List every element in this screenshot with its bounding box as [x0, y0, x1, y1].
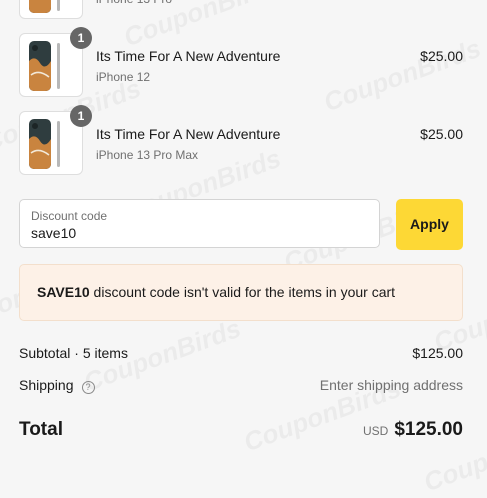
product-thumbnail: [19, 0, 83, 19]
currency-code: USD: [362, 424, 389, 438]
product-thumbnail: 1: [19, 105, 92, 175]
shipping-label: Shipping: [19, 377, 74, 393]
item-title: Its Time For A New Adventure: [96, 48, 281, 64]
phone-case-icon: [29, 41, 60, 91]
item-variant: iPhone 12: [96, 70, 151, 84]
total-amount-group: USD $125.00: [363, 419, 463, 441]
question-circle-icon[interactable]: ?: [81, 381, 95, 394]
subtotal-label: Subtotal · 5 items: [19, 345, 128, 361]
shipping-value: Enter shipping address: [319, 377, 463, 393]
total-label: Total: [19, 419, 63, 440]
discount-code-input[interactable]: save10: [31, 225, 76, 241]
product-thumbnail: 1: [19, 27, 92, 97]
phone-case-icon: [29, 0, 60, 13]
subtotal-value: $125.00: [412, 345, 463, 361]
item-title: Its Time For A New Adventure: [96, 126, 281, 142]
item-price: $25.00: [420, 48, 463, 64]
apply-button[interactable]: Apply: [396, 199, 463, 250]
error-message: discount code isn't valid for the items …: [89, 284, 396, 300]
error-code: SAVE10: [37, 284, 90, 300]
item-variant: iPhone 13 Pro: [96, 0, 172, 6]
discount-error-banner: SAVE10 discount code isn't valid for the…: [19, 264, 463, 321]
quantity-badge: 1: [70, 27, 92, 49]
discount-code-label: Discount code: [31, 209, 108, 223]
item-variant: iPhone 13 Pro Max: [96, 148, 199, 162]
item-price: $25.00: [420, 126, 463, 142]
line-item: 1 Its Time For A New Adventure iPhone 12…: [19, 27, 463, 97]
phone-case-icon: [29, 119, 60, 169]
discount-code-field[interactable]: Discount code save10: [19, 199, 380, 248]
quantity-badge: 1: [70, 105, 92, 127]
total-amount: $125.00: [394, 419, 463, 440]
line-item: 1 Its Time For A New Adventure iPhone 13…: [19, 105, 463, 175]
line-item: iPhone 13 Pro: [19, 0, 463, 19]
shipping-label-group: Shipping?: [19, 377, 95, 394]
